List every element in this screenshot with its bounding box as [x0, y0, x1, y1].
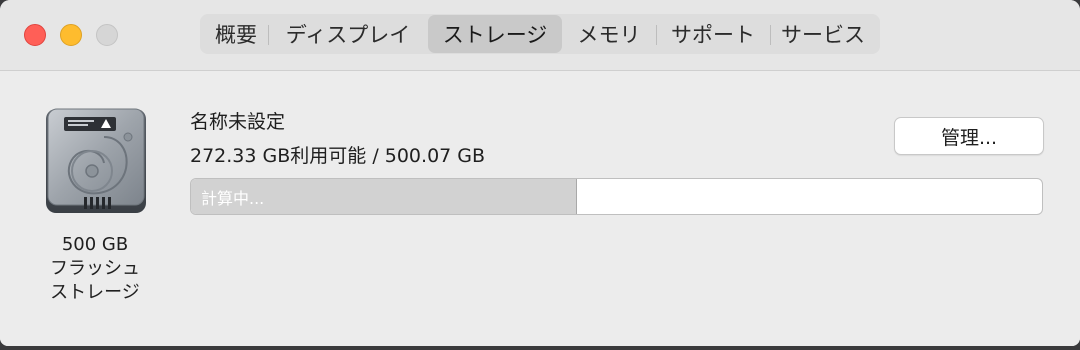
manage-button[interactable]: 管理...	[894, 117, 1044, 155]
tab-displays[interactable]: ディスプレイ	[268, 15, 428, 53]
tab-storage[interactable]: ストレージ	[428, 15, 562, 53]
volume-availability: 272.33 GB利用可能 / 500.07 GB	[190, 145, 486, 167]
tab-service[interactable]: サービス	[770, 15, 876, 53]
storage-panel: 500 GB フラッシュ ストレージ 名称未設定 272.33 GB利用可能 /…	[0, 71, 1080, 346]
drive-capacity: 500 GB	[61, 234, 129, 255]
storage-usage-bar: 計算中...	[190, 178, 1043, 215]
calculating-label: 計算中...	[201, 188, 265, 208]
title-bar: 概要 ディスプレイ ストレージ メモリ サポート サービス	[0, 0, 1080, 71]
drive-type-line2: ストレージ	[50, 282, 140, 303]
tab-memory[interactable]: メモリ	[562, 15, 656, 53]
tab-support[interactable]: サポート	[656, 15, 770, 53]
zoom-button[interactable]	[96, 24, 118, 46]
hard-drive-icon	[44, 107, 148, 215]
about-this-mac-window: 概要 ディスプレイ ストレージ メモリ サポート サービス 500 GB フラッ…	[0, 0, 1080, 346]
volume-name: 名称未設定	[190, 111, 286, 133]
close-button[interactable]	[24, 24, 46, 46]
drive-caption: 500 GB フラッシュ ストレージ	[30, 233, 160, 305]
tab-overview[interactable]: 概要	[204, 15, 268, 53]
drive-type-line1: フラッシュ	[50, 258, 140, 279]
tab-bar: 概要 ディスプレイ ストレージ メモリ サポート サービス	[200, 14, 880, 54]
minimize-button[interactable]	[60, 24, 82, 46]
